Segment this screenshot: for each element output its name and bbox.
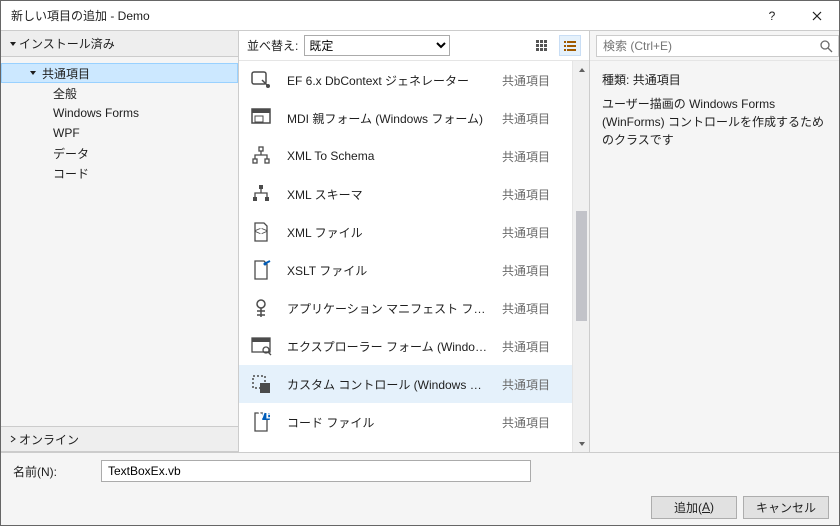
svg-text:VB: VB — [258, 411, 272, 422]
tree-item[interactable]: WPF — [1, 123, 238, 143]
scroll-down-icon[interactable] — [573, 435, 590, 452]
scrollbar[interactable] — [572, 61, 589, 452]
sort-label: 並べ替え: — [247, 37, 298, 54]
button-row: 追加(A) キャンセル — [1, 489, 839, 525]
template-name: アプリケーション マニフェスト ファイル — [287, 300, 488, 317]
kind-label: 種類: — [602, 73, 629, 87]
left-panel: インストール済み 共通項目 全般 Windows Forms WPF データ コ… — [1, 31, 239, 452]
tree-item-label: 共通項目 — [40, 65, 90, 82]
dialog-window: 新しい項目の追加 - Demo ? インストール済み 共通項目 — [0, 0, 840, 526]
template-category: 共通項目 — [502, 414, 572, 431]
center-panel: 並べ替え: 既定 — [239, 31, 589, 452]
template-icon — [249, 68, 273, 92]
right-panel: 種類: 共通項目 ユーザー描画の Windows Forms (WinForms… — [589, 31, 839, 452]
kind-value: 共通項目 — [633, 73, 681, 87]
chevron-right-icon — [7, 435, 19, 443]
template-name: エクスプローラー フォーム (Windows フォ... — [287, 338, 488, 355]
template-name: XML ファイル — [287, 224, 488, 241]
name-label: 名前(N): — [13, 463, 57, 480]
template-row[interactable]: MDI 親フォーム (Windows フォーム) 共通項目 — [239, 99, 572, 137]
template-list: EF 6.x DbContext ジェネレーター共通項目MDI 親フォーム (W… — [239, 61, 572, 452]
view-small-icons-button[interactable] — [531, 35, 553, 56]
add-button[interactable]: 追加(A) — [651, 496, 737, 519]
view-details-button[interactable] — [559, 35, 581, 56]
template-row[interactable]: <> XML ファイル共通項目 — [239, 213, 572, 251]
template-icon — [249, 296, 273, 320]
template-category: 共通項目 — [502, 72, 572, 89]
template-category: 共通項目 — [502, 300, 572, 317]
tree-item-label: 全般 — [51, 85, 77, 102]
template-category: 共通項目 — [502, 148, 572, 165]
tree-item-label: Windows Forms — [51, 106, 139, 120]
close-button[interactable] — [794, 1, 839, 31]
chevron-down-icon — [26, 69, 40, 77]
template-list-wrap: EF 6.x DbContext ジェネレーター共通項目MDI 親フォーム (W… — [239, 61, 589, 452]
svg-text:<>: <> — [254, 224, 268, 238]
online-label: オンライン — [19, 431, 79, 448]
template-category: 共通項目 — [502, 186, 572, 203]
cancel-button[interactable]: キャンセル — [743, 496, 829, 519]
search-icon[interactable] — [819, 39, 833, 53]
template-category: 共通項目 — [502, 376, 572, 393]
dialog-body: インストール済み 共通項目 全般 Windows Forms WPF データ コ… — [1, 31, 839, 452]
tree-item[interactable]: データ — [1, 143, 238, 163]
tree-item[interactable]: コード — [1, 163, 238, 183]
scroll-thumb[interactable] — [576, 211, 587, 321]
template-row[interactable]: XML スキーマ共通項目 — [239, 175, 572, 213]
template-icon: <> — [249, 220, 273, 244]
template-name: XSLT ファイル — [287, 262, 488, 279]
sort-select[interactable]: 既定 — [304, 35, 450, 56]
installed-label: インストール済み — [19, 35, 115, 52]
bottom-panel: 名前(N): 追加(A) キャンセル — [1, 452, 839, 525]
description-text: ユーザー描画の Windows Forms (WinForms) コントロールを… — [602, 95, 827, 149]
template-icon: VB — [249, 410, 273, 434]
template-category: 共通項目 — [502, 262, 572, 279]
template-icon — [249, 334, 273, 358]
template-name: MDI 親フォーム (Windows フォーム) — [287, 110, 488, 127]
template-name: EF 6.x DbContext ジェネレーター — [287, 72, 488, 89]
help-button[interactable]: ? — [749, 1, 794, 31]
list-toolbar: 並べ替え: 既定 — [239, 31, 589, 61]
tree-item[interactable]: 全般 — [1, 83, 238, 103]
search-bar — [590, 31, 839, 61]
chevron-down-icon — [7, 40, 19, 48]
template-name: コード ファイル — [287, 414, 488, 431]
category-tree: 共通項目 全般 Windows Forms WPF データ コード — [1, 57, 238, 426]
template-category: 共通項目 — [502, 224, 572, 241]
template-icon — [249, 144, 273, 168]
tree-item-common[interactable]: 共通項目 — [1, 63, 238, 83]
name-row: 名前(N): — [1, 453, 839, 489]
description-panel: 種類: 共通項目 ユーザー描画の Windows Forms (WinForms… — [590, 61, 839, 159]
template-icon — [249, 372, 273, 396]
tree-item-label: WPF — [51, 126, 80, 140]
template-row[interactable]: XSLT ファイル共通項目 — [239, 251, 572, 289]
installed-section-header[interactable]: インストール済み — [1, 31, 238, 57]
tree-item-label: コード — [51, 165, 89, 182]
template-row[interactable]: カスタム コントロール (Windows フォーム) 共通項目 — [239, 365, 572, 403]
template-row[interactable]: アプリケーション マニフェスト ファイル共通項目 — [239, 289, 572, 327]
template-icon — [249, 106, 273, 130]
template-name: XML To Schema — [287, 149, 488, 163]
template-icon — [249, 182, 273, 206]
template-icon — [249, 258, 273, 282]
template-row[interactable]: EF 6.x DbContext ジェネレーター共通項目 — [239, 61, 572, 99]
template-name: XML スキーマ — [287, 186, 488, 203]
scroll-up-icon[interactable] — [573, 61, 590, 78]
kind-row: 種類: 共通項目 — [602, 71, 827, 89]
template-row[interactable]: XML To Schema 共通項目 — [239, 137, 572, 175]
template-row[interactable]: エクスプローラー フォーム (Windows フォ... 共通項目 — [239, 327, 572, 365]
svg-text:?: ? — [768, 11, 775, 21]
window-title: 新しい項目の追加 - Demo — [11, 7, 749, 24]
template-row[interactable]: VB コード ファイル共通項目 — [239, 403, 572, 441]
template-category: 共通項目 — [502, 338, 572, 355]
online-section-header[interactable]: オンライン — [1, 426, 238, 452]
name-input[interactable] — [101, 460, 531, 482]
template-category: 共通項目 — [502, 110, 572, 127]
search-input[interactable] — [596, 35, 839, 57]
template-name: カスタム コントロール (Windows フォーム) — [287, 376, 488, 393]
titlebar: 新しい項目の追加 - Demo ? — [1, 1, 839, 31]
tree-item[interactable]: Windows Forms — [1, 103, 238, 123]
tree-item-label: データ — [51, 145, 89, 162]
